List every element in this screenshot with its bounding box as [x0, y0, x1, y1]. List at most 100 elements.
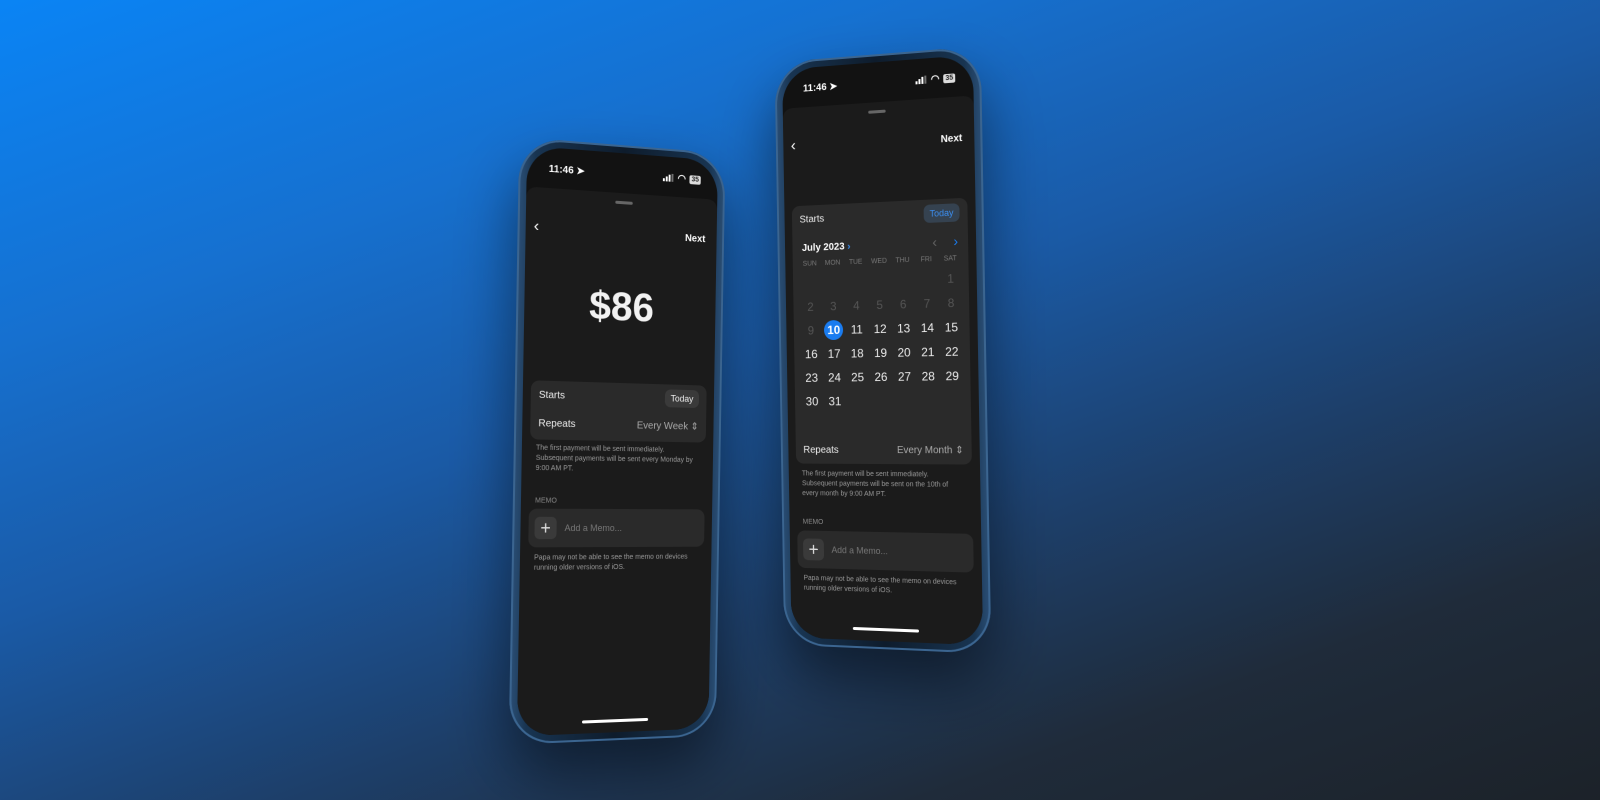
calendar-day[interactable]: 25 [846, 365, 870, 389]
repeats-label: Repeats [538, 417, 576, 430]
calendar-day[interactable]: 23 [800, 366, 823, 390]
battery-icon: 35 [689, 174, 701, 185]
calendar-day[interactable]: 13 [892, 316, 916, 341]
memo-input[interactable]: + Add a Memo... [528, 508, 705, 548]
sheet-grabber[interactable] [867, 109, 886, 114]
calendar-day[interactable]: 17 [822, 342, 845, 366]
calendar-day: 8 [947, 295, 955, 311]
month-picker-button[interactable]: July 2023 › [802, 241, 851, 254]
calendar-day: 1 [947, 271, 955, 286]
calendar-day: 6 [899, 297, 907, 312]
memo-note: Papa may not be able to see the memo on … [533, 553, 688, 572]
weekday-label: WED [870, 257, 887, 266]
calendar-empty [917, 388, 941, 412]
payment-footnote: The first payment will be sent immediate… [535, 444, 693, 473]
weekday-label: MON [824, 259, 841, 267]
next-month-button[interactable]: › [953, 233, 958, 249]
starts-label: Starts [799, 213, 825, 226]
back-button[interactable]: ‹ [534, 218, 540, 237]
calendar-empty [844, 269, 868, 294]
chevron-up-down-icon: ⇕ [690, 421, 699, 433]
plus-icon[interactable]: + [534, 516, 557, 540]
calendar-day[interactable]: 19 [869, 341, 893, 365]
calendar-empty [846, 389, 870, 413]
weekday-label: SAT [943, 255, 957, 263]
payment-sheet: ‹ Next Starts Today July 2023 › ‹ › SUN M… [782, 95, 984, 646]
weekday-label: SUN [802, 260, 817, 268]
calendar-day[interactable]: 22 [940, 339, 965, 364]
chevron-left-icon: ‹ [790, 137, 796, 155]
phone-right: 11:46 ➤ ◠ 35 ‹ Next Starts Today July 20… [774, 45, 992, 654]
calendar-day: 3 [830, 299, 837, 314]
weekday-label: THU [895, 256, 910, 265]
location-arrow-icon: ➤ [576, 165, 585, 177]
calendar-grid: 1 2 3 4 5 6 7 8 9 10 11 12 13 14 15 16 17 18 19 20 21 22 23 24 2… [793, 266, 971, 414]
repeats-row[interactable]: Repeats Every Month ⇕ [796, 438, 972, 462]
memo-input[interactable]: + Add a Memo... [797, 530, 974, 573]
calendar-day[interactable]: 27 [892, 364, 916, 388]
calendar-empty [799, 271, 822, 295]
status-bar: 11:46 ➤ ◠ 35 [802, 70, 956, 95]
back-button[interactable]: ‹ [791, 137, 796, 155]
calendar-day[interactable]: 24 [823, 366, 846, 390]
calendar-day[interactable]: 11 [845, 317, 869, 341]
starts-label: Starts [538, 389, 566, 402]
memo-label: MEMO [535, 497, 557, 505]
starts-today-button[interactable]: Today [923, 203, 960, 224]
repeats-label: Repeats [803, 444, 839, 456]
calendar-day: 2 [807, 299, 814, 314]
repeats-row[interactable]: Repeats Every Week ⇕ [530, 409, 706, 441]
calendar-day[interactable]: 28 [916, 364, 940, 389]
calendar-day[interactable]: 31 [823, 389, 846, 413]
calendar-empty [893, 389, 917, 413]
wifi-icon: ◠ [930, 73, 940, 85]
starts-today-button[interactable]: Today [664, 389, 700, 409]
calendar-day[interactable]: 18 [845, 341, 869, 365]
starts-row: Starts Today [792, 198, 968, 234]
calendar-empty [891, 268, 915, 293]
calendar-day-selected[interactable]: 10 [822, 318, 845, 342]
status-bar: 11:46 ➤ ◠ 35 [549, 162, 701, 187]
payment-footnote: The first payment will be sent immediate… [801, 470, 949, 499]
status-time: 11:46 ➤ [802, 80, 838, 95]
plus-icon[interactable]: + [802, 538, 825, 561]
calendar-empty [867, 269, 891, 294]
sheet-grabber[interactable] [614, 200, 633, 205]
calendar-day: 7 [923, 296, 931, 311]
location-arrow-icon: ➤ [829, 80, 838, 93]
calendar-day[interactable]: 12 [868, 317, 892, 342]
calendar-day[interactable]: 29 [940, 364, 965, 389]
next-button[interactable]: Next [685, 233, 706, 245]
memo-label: MEMO [802, 518, 824, 526]
repeats-value[interactable]: Every Week [637, 420, 688, 432]
calendar-day[interactable]: 20 [892, 340, 916, 365]
chevron-up-down-icon: ⇕ [955, 444, 964, 456]
amount-display: $86 [588, 283, 655, 331]
calendar-day[interactable]: 14 [915, 316, 939, 341]
calendar-empty [914, 267, 938, 292]
battery-icon: 35 [943, 72, 956, 83]
memo-placeholder: Add a Memo... [564, 522, 623, 534]
starts-row: Starts Today [531, 380, 707, 413]
next-button[interactable]: Next [941, 133, 963, 145]
calendar-day[interactable]: 21 [916, 340, 940, 365]
status-time: 11:46 ➤ [548, 163, 585, 177]
previous-month-button[interactable]: ‹ [932, 234, 937, 250]
repeats-value[interactable]: Every Month [897, 445, 953, 456]
calendar-empty [821, 270, 844, 295]
wifi-icon: ◠ [677, 172, 686, 185]
calendar-day[interactable]: 16 [800, 342, 823, 366]
calendar-day: 4 [853, 298, 860, 313]
payment-sheet: ‹ Next $86 Starts Today Repeats Every We… [516, 186, 718, 737]
screen-right: 11:46 ➤ ◠ 35 ‹ Next Starts Today July 20… [782, 54, 984, 646]
chevron-right-icon: › [847, 240, 851, 252]
screen-left: 11:46 ➤ ◠ 35 ‹ Next $86 Starts Today Rep… [516, 145, 718, 737]
weekday-label: TUE [848, 258, 863, 267]
phone-left: 11:46 ➤ ◠ 35 ‹ Next $86 Starts Today Rep… [508, 136, 726, 745]
schedule-card: Starts Today July 2023 › ‹ › SUN MON TUE WE… [791, 197, 972, 465]
memo-note: Papa may not be able to see the memo on … [803, 574, 957, 595]
calendar-empty [940, 388, 965, 413]
calendar-day[interactable]: 26 [869, 365, 893, 389]
calendar-day[interactable]: 15 [939, 315, 964, 340]
calendar-day[interactable]: 30 [801, 390, 824, 414]
